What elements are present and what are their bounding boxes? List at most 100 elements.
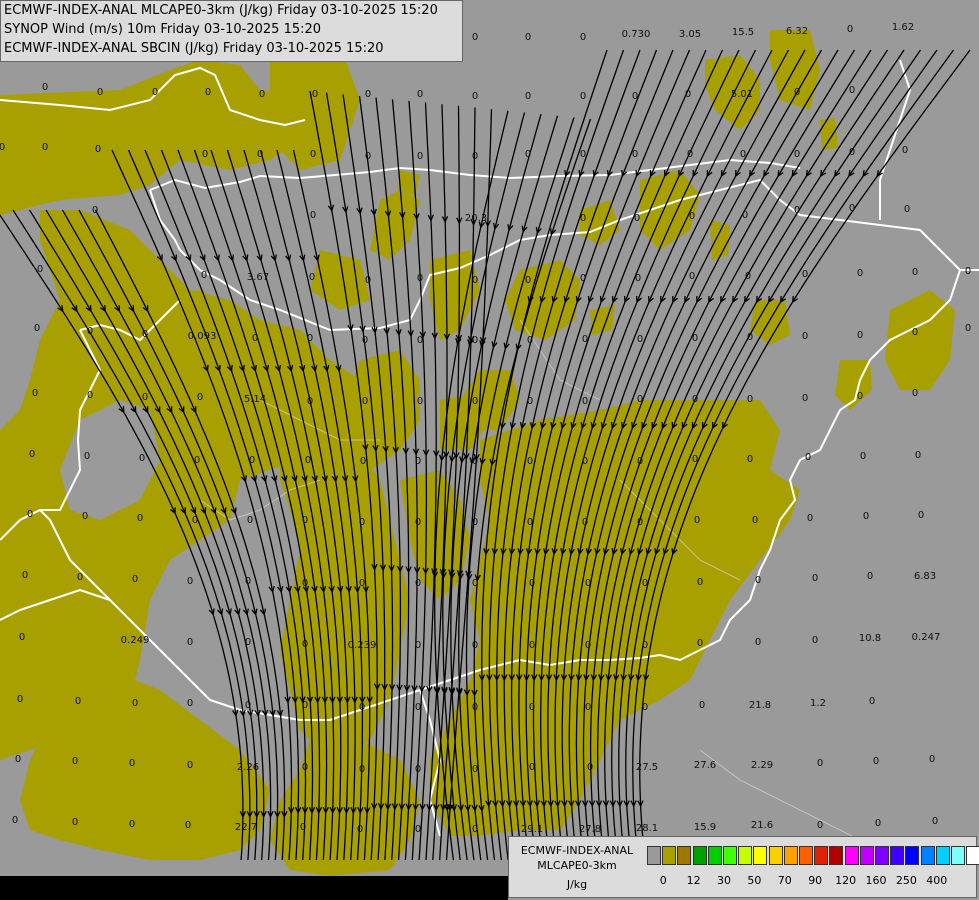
map-value: 0 [812,635,818,646]
legend-tick: 50 [747,874,762,887]
map-value: 21.6 [751,820,773,831]
map-value: 5.14 [244,394,266,405]
map-value: 0 [745,271,751,282]
map-value: 0 [245,700,251,711]
map-value: 0 [747,454,753,465]
map-value: 0 [802,269,808,280]
map-value: 0 [632,91,638,102]
map-value: 0 [257,149,263,160]
map-value: 0 [635,273,641,284]
map-value: 0 [965,266,971,277]
map-value: 0 [132,698,138,709]
map-value: 0 [902,145,908,156]
map-value: 0 [863,511,869,522]
map-value: 0 [812,573,818,584]
legend-swatch [783,846,798,865]
map-value: 0 [27,509,33,520]
map-value: 0 [82,511,88,522]
legend-swatch [920,846,935,865]
map-value: 0 [807,513,813,524]
map-value: 0 [472,151,478,162]
map-value: 0 [642,640,648,651]
map-value: 0 [365,151,371,162]
map-value: 0 [529,578,535,589]
map-value: 0 [359,764,365,775]
map-value: 0 [794,87,800,98]
map-value: 0 [417,89,423,100]
map-value: 0 [527,456,533,467]
map-value: 0 [525,91,531,102]
map-value: 0 [687,149,693,160]
map-value: 0 [585,640,591,651]
map-value: 0 [580,32,586,43]
legend-swatch [814,846,829,865]
map-value: 0 [527,517,533,528]
map-value: 0 [582,456,588,467]
map-value: 1.62 [892,22,914,33]
map-value: 0 [129,758,135,769]
map-value: 0 [912,267,918,278]
map-value: 0.249 [121,635,150,646]
legend-tick: 0 [659,874,667,887]
legend-swatch [951,846,965,865]
map-value: 0 [529,762,535,773]
map-value: 0 [415,640,421,651]
map-value: 0 [187,698,193,709]
header-line-cape: ECMWF-INDEX-ANAL MLCAPE0-3km (J/kg) Frid… [4,3,438,18]
map-value: 0 [472,764,478,775]
map-value: 0 [417,151,423,162]
map-value: 15.9 [694,822,716,833]
map-value: 0 [873,756,879,767]
map-value: 0 [152,87,158,98]
map-value: 0 [12,815,18,826]
map-value: 0 [362,335,368,346]
map-value: 28.1 [636,823,658,834]
map-value: 0 [365,89,371,100]
map-value: 0 [19,632,25,643]
map-value: 0 [587,762,593,773]
map-value: 0 [187,760,193,771]
map-value: 0 [360,456,366,467]
map-value: 0 [29,449,35,460]
map-value: 0 [245,637,251,648]
legend-tick: 400 [926,874,948,887]
legend-tick: 250 [895,874,917,887]
map-value: 0 [132,574,138,585]
map-value: 0 [875,818,881,829]
map-value: 0 [918,510,924,521]
map-value: 0 [632,149,638,160]
map-value: 0 [849,203,855,214]
map-value: 0 [472,517,478,528]
map-value: 0.239 [348,640,377,651]
map-value: 0 [637,517,643,528]
map-value: 0 [747,332,753,343]
map-value: 0 [37,264,43,275]
map-value: 0 [857,391,863,402]
map-value: 0 [849,147,855,158]
legend-swatch [753,846,768,865]
map-value: 0 [139,453,145,464]
map-value: 0 [415,456,421,467]
header-line-cin: ECMWF-INDEX-ANAL SBCIN (J/kg) Friday 03-… [4,41,384,56]
map-value: 0 [142,392,148,403]
map-value: 0 [642,702,648,713]
map-value: 27.6 [694,760,716,771]
map-value: 0 [142,329,148,340]
map-value: 0 [689,211,695,222]
map-value: 0 [689,271,695,282]
map-value: 0 [794,149,800,160]
map-value: 0 [580,91,586,102]
map-value: 0 [77,572,83,583]
map-value: 0 [805,452,811,463]
legend-tick: 12 [686,874,701,887]
map-value: 0 [817,758,823,769]
map-value: 0 [185,820,191,831]
map-value: 0 [912,388,918,399]
map-value: 3.67 [247,272,269,283]
legend-swatch [647,846,661,865]
legend-tick: 90 [808,874,823,887]
map-value: 0 [197,392,203,403]
map-value: 0 [42,142,48,153]
map-value: 0 [415,824,421,835]
map-value: 0 [17,694,23,705]
